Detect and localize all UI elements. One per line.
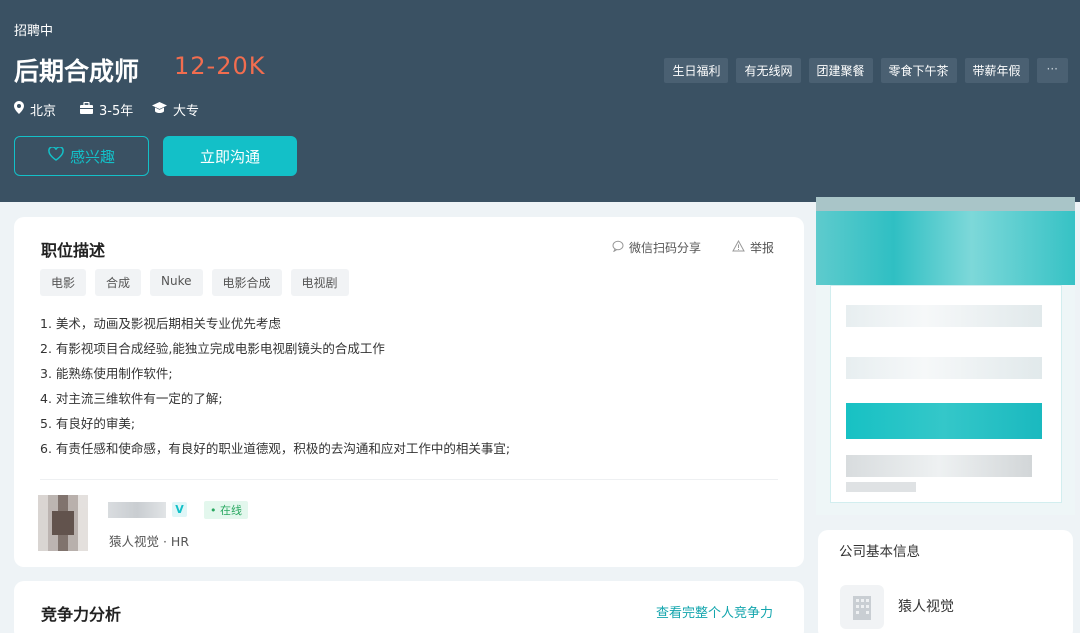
- interest-button[interactable]: 感兴趣: [14, 136, 149, 176]
- description-line: 5. 有良好的审美;: [40, 416, 136, 431]
- job-description-text: 1. 美术，动画及影视后期相关专业优先考虑 2. 有影视项目合成经验,能独立完成…: [40, 315, 510, 465]
- company-info-heading: 公司基本信息: [839, 544, 920, 560]
- description-line: 6. 有责任感和使命感，有良好的职业道德观，积极的去沟通和应对工作中的相关事宜;: [40, 441, 511, 456]
- location-pin-icon: [14, 101, 24, 118]
- skill-tag: 合成: [95, 269, 142, 296]
- company-building-icon[interactable]: [840, 585, 884, 629]
- benefit-tag: 生日福利: [664, 58, 729, 83]
- description-line: 1. 美术，动画及影视后期相关专业优先考虑: [40, 316, 281, 331]
- description-line: 4. 对主流三维软件有一定的了解;: [40, 391, 223, 406]
- online-status-badge: • 在线: [204, 501, 248, 519]
- wechat-icon: [612, 240, 624, 255]
- education-text: 大专: [173, 104, 200, 119]
- recruiter-name-blurred: [108, 502, 166, 518]
- briefcase-icon: [80, 101, 93, 118]
- company-info-card: 公司基本信息 猿人视觉: [818, 530, 1073, 633]
- description-line: 3. 能熟练使用制作软件;: [40, 366, 173, 381]
- verified-badge: V: [172, 502, 187, 517]
- experience: 3-5年: [80, 100, 133, 119]
- benefit-tag: 带薪年假: [964, 58, 1029, 83]
- salary: 12-20K: [174, 52, 266, 80]
- skill-tag: Nuke: [150, 269, 203, 296]
- warning-icon: [732, 239, 745, 255]
- skill-tag: 电影合成: [211, 269, 282, 296]
- skill-tag: 电视剧: [290, 269, 349, 296]
- chat-now-button[interactable]: 立即沟通: [163, 136, 297, 176]
- description-line: 2. 有影视项目合成经验,能独立完成电影电视剧镜头的合成工作: [40, 341, 385, 356]
- competition-heading: 竞争力分析: [41, 605, 122, 624]
- experience-text: 3-5年: [99, 104, 134, 119]
- company-name[interactable]: 猿人视觉: [898, 596, 954, 616]
- competition-card: 竞争力分析 查看完整个人竞争力: [14, 581, 804, 633]
- recruiter-avatar[interactable]: [38, 495, 88, 551]
- job-title: 后期合成师: [14, 57, 140, 86]
- interest-label: 感兴趣: [69, 147, 115, 166]
- report-button[interactable]: 举报: [732, 239, 774, 256]
- benefit-tags: 生日福利 有无线网 团建聚餐 零食下午茶 带薪年假 ···: [664, 58, 1068, 83]
- recruiter-company-role: 猿人视觉 · HR: [109, 534, 190, 549]
- job-description-heading: 职位描述: [41, 241, 106, 260]
- benefit-tag: 有无线网: [736, 58, 801, 83]
- location: 北京: [14, 100, 56, 119]
- blurred-ad-banner[interactable]: [816, 197, 1075, 515]
- report-label: 举报: [750, 241, 775, 255]
- wechat-share-button[interactable]: 微信扫码分享: [612, 239, 701, 256]
- benefit-tag: 团建聚餐: [808, 58, 873, 83]
- view-competitiveness-link[interactable]: 查看完整个人竞争力: [656, 602, 773, 621]
- graduation-cap-icon: [152, 101, 167, 118]
- skill-tags: 电影 合成 Nuke 电影合成 电视剧: [40, 269, 349, 296]
- location-text: 北京: [30, 104, 57, 119]
- job-status: 招聘中: [14, 24, 54, 39]
- job-description-card: 职位描述 微信扫码分享 举报 电影 合成 Nuke 电影合成 电视剧 1. 美术…: [14, 217, 804, 567]
- skill-tag: 电影: [40, 269, 87, 296]
- more-benefits-button[interactable]: ···: [1036, 58, 1068, 83]
- share-label: 微信扫码分享: [629, 241, 702, 255]
- job-header: 招聘中 后期合成师 12-20K 北京 3-5年 大专 生日福利 有无线网 团建…: [0, 0, 1080, 202]
- divider: [40, 479, 778, 480]
- benefit-tag: 零食下午茶: [880, 58, 957, 83]
- heart-icon: [48, 146, 64, 165]
- education: 大专: [152, 100, 199, 119]
